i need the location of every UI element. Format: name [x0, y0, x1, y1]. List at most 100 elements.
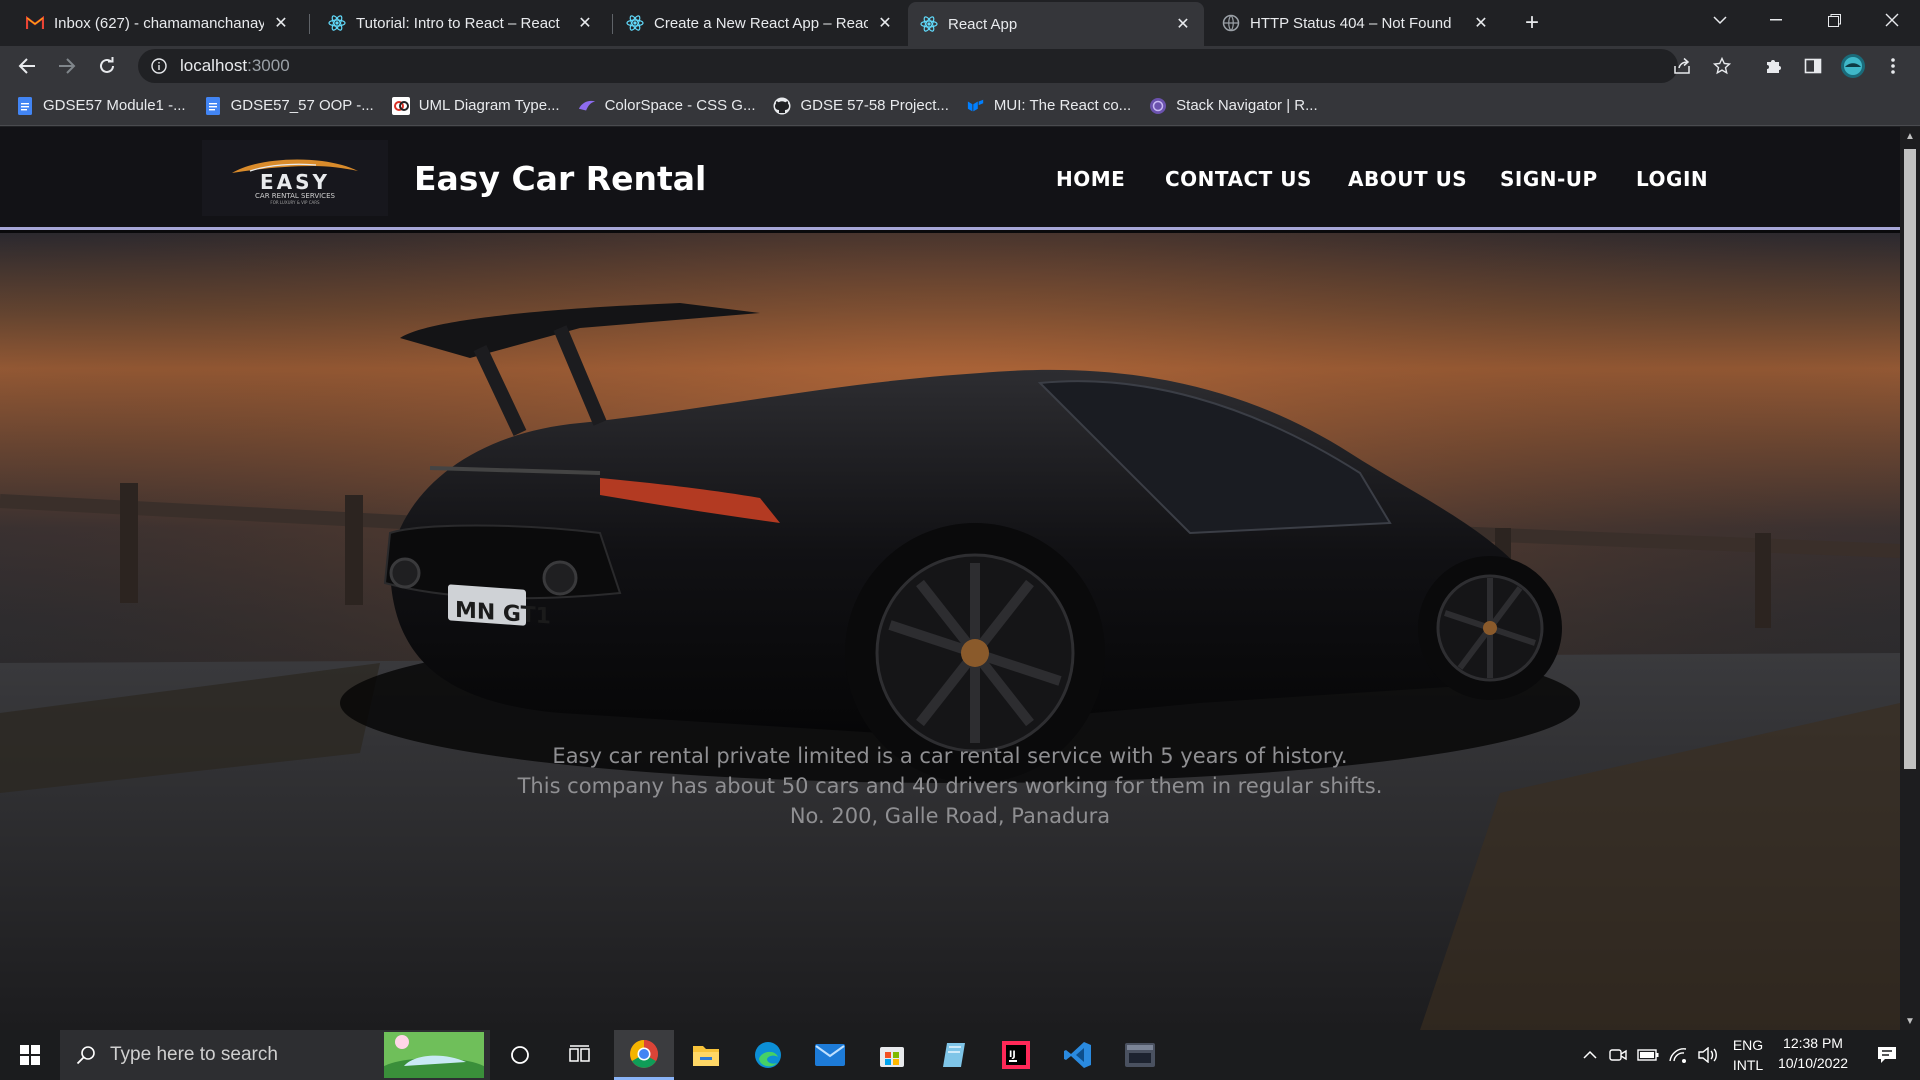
browser-menu-icon[interactable]	[1877, 50, 1909, 82]
tab-separator	[309, 14, 310, 34]
forward-icon[interactable]	[51, 50, 83, 82]
reload-icon[interactable]	[91, 50, 123, 82]
store-icon[interactable]	[862, 1030, 922, 1080]
close-icon[interactable]: ✕	[272, 14, 290, 32]
globe-icon	[1222, 14, 1240, 32]
intellij-icon[interactable]: IJ	[986, 1030, 1046, 1080]
tab-404[interactable]: HTTP Status 404 – Not Found ✕	[1210, 4, 1502, 42]
react-navigation-icon	[1149, 97, 1167, 115]
url-text: localhost:3000	[180, 56, 290, 76]
windows-taskbar: Type here to search IJ ENG INTL 12:38 PM…	[0, 1030, 1920, 1080]
url-host: localhost	[180, 56, 248, 75]
docs-icon	[204, 96, 222, 115]
react-icon	[328, 14, 346, 32]
minimize-icon[interactable]	[1748, 0, 1804, 40]
bookmark-label: GDSE57 Module1 -...	[43, 97, 186, 114]
task-view-icon[interactable]	[560, 1030, 600, 1080]
volume-icon[interactable]	[1696, 1030, 1720, 1080]
hero-description: Easy car rental private limited is a car…	[0, 741, 1900, 831]
bookmark-item[interactable]: GDSE57 Module1 -...	[16, 96, 186, 115]
close-icon[interactable]: ✕	[876, 14, 894, 32]
tab-react-app[interactable]: React App ✕	[908, 2, 1204, 46]
colorspace-icon	[578, 97, 596, 115]
tab-title: Create a New React App – React	[654, 14, 868, 32]
clock-date: 10/10/2022	[1777, 1055, 1849, 1071]
nav-home[interactable]: HOME	[1056, 167, 1125, 191]
back-icon[interactable]	[11, 50, 43, 82]
brand-title[interactable]: Easy Car Rental	[414, 159, 706, 198]
bookmark-label: ColorSpace - CSS G...	[604, 97, 756, 114]
bookmark-star-icon[interactable]	[1706, 50, 1738, 82]
tab-gmail[interactable]: Inbox (627) - chamamanchanayal ✕	[14, 4, 302, 42]
search-icon	[76, 1045, 96, 1065]
mui-icon	[967, 97, 985, 115]
bookmark-item[interactable]: ColorSpace - CSS G...	[578, 97, 756, 115]
docs-icon	[16, 96, 34, 115]
bookmark-item[interactable]: GDSE57_57 OOP -...	[204, 96, 374, 115]
chrome-taskbar-icon[interactable]	[614, 1030, 674, 1080]
cortana-icon[interactable]	[500, 1030, 540, 1080]
site-header: EASY CAR RENTAL SERVICES FOR LUXURY & VI…	[0, 127, 1900, 230]
address-bar[interactable]: localhost:3000	[138, 49, 1678, 83]
nav-sign-up[interactable]: SIGN-UP	[1500, 167, 1598, 191]
react-icon	[626, 14, 644, 32]
close-window-icon[interactable]	[1864, 0, 1920, 40]
notes-app-icon[interactable]	[924, 1030, 984, 1080]
battery-icon[interactable]	[1636, 1030, 1660, 1080]
nav-about-us[interactable]: ABOUT US	[1348, 167, 1467, 191]
bookmark-item[interactable]: Stack Navigator | R...	[1149, 97, 1318, 115]
page-viewport: EASY CAR RENTAL SERVICES FOR LUXURY & VI…	[0, 127, 1920, 1030]
extensions-puzzle-icon[interactable]	[1757, 50, 1789, 82]
file-explorer-icon[interactable]	[676, 1030, 736, 1080]
close-icon[interactable]: ✕	[576, 14, 594, 32]
scroll-down-icon[interactable]: ▼	[1900, 1012, 1920, 1030]
logo-sub: FOR LUXURY & VIP CARS	[270, 200, 320, 205]
edge-icon[interactable]	[738, 1030, 798, 1080]
notification-center-icon[interactable]	[1864, 1030, 1910, 1080]
uml-icon	[391, 96, 410, 115]
nav-login[interactable]: LOGIN	[1636, 167, 1708, 191]
logo-tagline: CAR RENTAL SERVICES	[255, 192, 335, 200]
tab-title: Inbox (627) - chamamanchanayal	[54, 14, 264, 32]
clock-time: 12:38 PM	[1783, 1035, 1843, 1051]
side-panel-icon[interactable]	[1797, 50, 1829, 82]
tab-title: HTTP Status 404 – Not Found	[1250, 14, 1452, 32]
language-indicator[interactable]: ENG INTL	[1728, 1035, 1768, 1075]
mail-icon[interactable]	[800, 1030, 860, 1080]
page-scrollbar[interactable]: ▲ ▼	[1900, 127, 1920, 1030]
meet-now-icon[interactable]	[1606, 1030, 1630, 1080]
logo-word: EASY	[260, 170, 330, 194]
bookmark-item[interactable]: MUI: The React co...	[967, 97, 1131, 115]
tab-create-react-app[interactable]: Create a New React App – React ✕	[614, 4, 906, 42]
svg-text:IJ: IJ	[1009, 1050, 1016, 1060]
scrollbar-thumb[interactable]	[1904, 149, 1916, 769]
url-port: :3000	[247, 56, 290, 75]
tab-react-tutorial[interactable]: Tutorial: Intro to React – React ✕	[316, 4, 606, 42]
site-info-icon[interactable]	[150, 57, 168, 75]
tab-search-chevron-down-icon[interactable]	[1692, 0, 1748, 40]
react-icon	[920, 15, 938, 33]
clock[interactable]: 12:38 PM 10/10/2022	[1770, 1033, 1856, 1073]
close-icon[interactable]: ✕	[1174, 15, 1192, 33]
front-wheel	[1418, 556, 1562, 700]
bookmark-label: Stack Navigator | R...	[1176, 97, 1318, 114]
vscode-icon[interactable]	[1048, 1030, 1108, 1080]
tab-title: Tutorial: Intro to React – React	[356, 14, 560, 32]
bookmark-item[interactable]: GDSE 57-58 Project...	[773, 97, 949, 115]
close-icon[interactable]: ✕	[1472, 14, 1490, 32]
mysql-workbench-icon[interactable]	[1110, 1030, 1170, 1080]
bookmark-item[interactable]: UML Diagram Type...	[391, 96, 560, 115]
nav-contact-us[interactable]: CONTACT US	[1165, 167, 1312, 191]
new-tab-button[interactable]: +	[1516, 8, 1548, 38]
windows-start-icon[interactable]	[0, 1030, 60, 1080]
taskbar-search-input[interactable]: Type here to search	[60, 1030, 490, 1080]
github-icon	[773, 97, 791, 115]
wifi-icon[interactable]	[1666, 1030, 1690, 1080]
restore-icon[interactable]	[1806, 0, 1862, 40]
share-icon[interactable]	[1666, 50, 1698, 82]
scroll-up-icon[interactable]: ▲	[1900, 127, 1920, 145]
site-logo[interactable]: EASY CAR RENTAL SERVICES FOR LUXURY & VI…	[202, 140, 388, 216]
profile-avatar[interactable]	[1837, 50, 1869, 82]
search-placeholder: Type here to search	[110, 1044, 278, 1065]
tray-chevron-up-icon[interactable]	[1578, 1030, 1602, 1080]
